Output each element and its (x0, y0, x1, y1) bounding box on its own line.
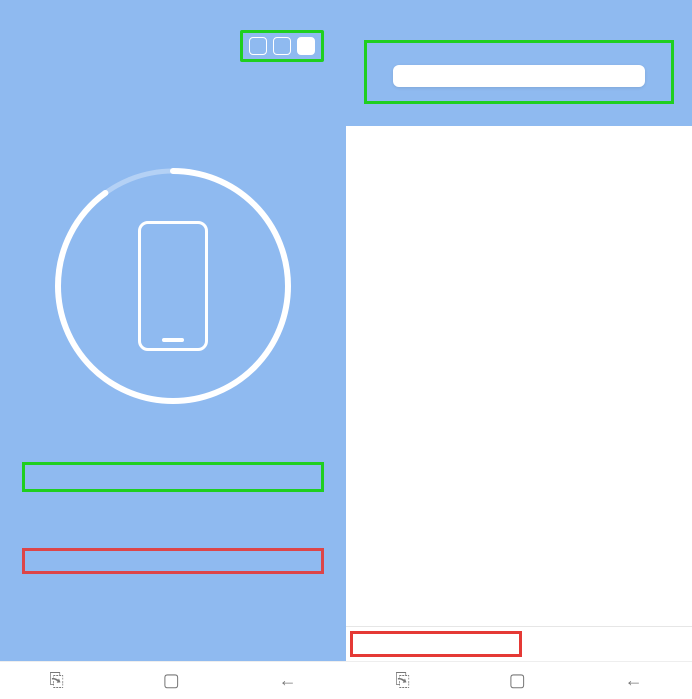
back-icon[interactable]: ← (625, 670, 643, 691)
recent-apps-icon[interactable]: ⎘ (49, 670, 63, 691)
nav-bar-left: ⎘ ▢ ← (0, 661, 346, 699)
details-section-label (346, 126, 692, 146)
content-transferred-screen: ⎘ ▢ ← (346, 0, 692, 699)
bottom-button-row (346, 626, 692, 661)
phone-outline-icon (138, 221, 208, 351)
all-done-box (364, 40, 674, 104)
updating-status-text (22, 462, 324, 492)
right-header (346, 0, 692, 126)
step-3-badge (297, 37, 315, 55)
usb-disconnect-text (22, 548, 324, 574)
home-icon[interactable]: ▢ (509, 670, 526, 691)
progress-ring (43, 156, 303, 416)
nav-bar-right: ⎘ ▢ ← (346, 661, 692, 699)
step-indicator (240, 30, 324, 62)
receiving-phone-screen: ⎘ ▢ ← (0, 0, 346, 699)
total-size-card (393, 65, 645, 87)
more-features-button[interactable] (526, 627, 692, 661)
back-icon[interactable]: ← (279, 670, 297, 691)
recent-apps-icon[interactable]: ⎘ (395, 670, 409, 691)
step-2-badge (273, 37, 291, 55)
left-header (0, 0, 346, 72)
step-1-badge (249, 37, 267, 55)
home-icon[interactable]: ▢ (163, 670, 180, 691)
close-app-button[interactable] (350, 631, 522, 657)
